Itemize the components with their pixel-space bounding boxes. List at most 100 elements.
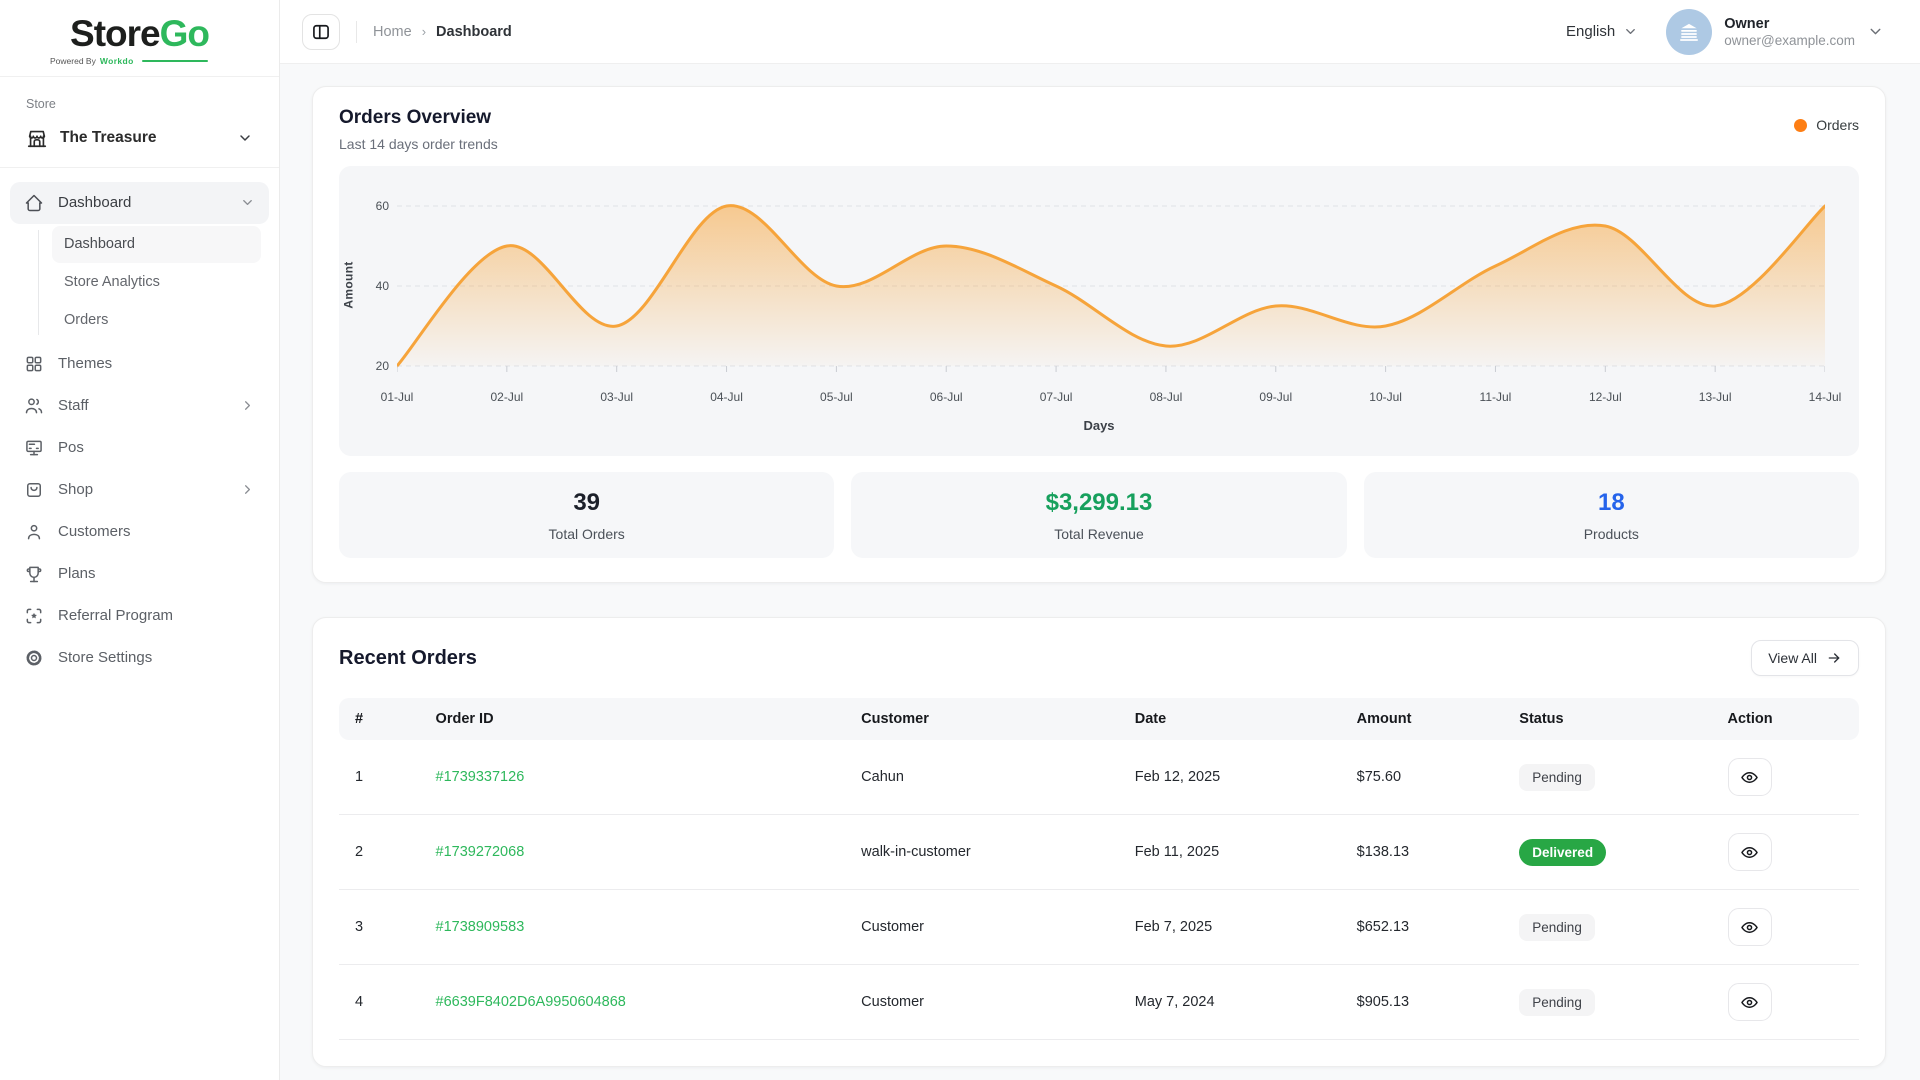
sidebar-section-label: Store: [0, 77, 279, 121]
status-badge: Delivered: [1519, 839, 1606, 866]
arrow-right-icon: [1826, 650, 1842, 666]
eye-icon: [1740, 993, 1759, 1012]
cell-amount: $75.60: [1341, 740, 1504, 815]
orders-overview-header: Orders Overview Last 14 days order trend…: [339, 107, 1859, 152]
subitem-label: Dashboard: [64, 236, 135, 252]
x-tick-label: 04-Jul: [710, 390, 743, 404]
subitem-label: Orders: [64, 312, 108, 328]
sidebar-item-label: Pos: [58, 439, 255, 456]
cell-index: 1: [339, 740, 420, 815]
view-order-button[interactable]: [1728, 758, 1772, 796]
sidebar-item-referral-program[interactable]: Referral Program: [10, 595, 269, 637]
legend-dot-icon: [1794, 119, 1807, 132]
page-title: Orders Overview: [339, 107, 498, 129]
sidebar-item-label: Referral Program: [58, 607, 255, 624]
chevron-down-icon: [237, 130, 253, 146]
cell-customer: Customer: [845, 965, 1119, 1040]
x-tick-label: 02-Jul: [491, 390, 524, 404]
cell-customer: Cahun: [845, 740, 1119, 815]
status-badge: Pending: [1519, 989, 1595, 1016]
y-tick-label: 60: [355, 199, 389, 213]
brand-logo[interactable]: StoreGo Powered By Workdo: [0, 0, 279, 77]
chart-legend[interactable]: Orders: [1794, 117, 1859, 133]
sidebar-item-label: Staff: [58, 397, 226, 414]
x-tick-label: 10-Jul: [1369, 390, 1402, 404]
store-selector[interactable]: The Treasure: [0, 121, 279, 168]
cell-index: 2: [339, 815, 420, 890]
sidebar: StoreGo Powered By Workdo Store The Trea…: [0, 0, 280, 1080]
sidebar-item-themes[interactable]: Themes: [10, 343, 269, 385]
sidebar-item-store-settings[interactable]: Store Settings: [10, 637, 269, 679]
gear-icon: [24, 648, 44, 668]
column-header-amount: Amount: [1341, 698, 1504, 740]
sidebar-subitem-dashboard[interactable]: Dashboard: [52, 226, 261, 263]
stat-products: 18 Products: [1364, 472, 1859, 558]
view-order-button[interactable]: [1728, 983, 1772, 1021]
chevron-down-icon: [240, 195, 255, 210]
dashboard-submenu: Dashboard Store Analytics Orders: [38, 226, 269, 339]
avatar: [1666, 9, 1712, 55]
chevron-right-icon: [240, 482, 255, 497]
breadcrumb: Home › Dashboard: [373, 24, 512, 40]
x-tick-label: 09-Jul: [1259, 390, 1292, 404]
sidebar-item-label: Customers: [58, 523, 255, 540]
sidebar-item-shop[interactable]: Shop: [10, 469, 269, 511]
sidebar-item-customers[interactable]: Customers: [10, 511, 269, 553]
order-id-link[interactable]: #1739337126: [436, 769, 525, 785]
eye-icon: [1740, 843, 1759, 862]
chart-x-axis-title: Days: [1083, 418, 1114, 433]
column-header-date: Date: [1119, 698, 1341, 740]
sidebar-item-staff[interactable]: Staff: [10, 385, 269, 427]
cell-index: 4: [339, 965, 420, 1040]
recent-orders-header: Recent Orders View All: [339, 640, 1859, 676]
order-id-link[interactable]: #6639F8402D6A9950604868: [436, 994, 626, 1010]
user-meta: Owner owner@example.com: [1724, 16, 1855, 48]
cell-amount: $138.13: [1341, 815, 1504, 890]
x-tick-label: 07-Jul: [1040, 390, 1073, 404]
order-id-link[interactable]: #1739272068: [436, 844, 525, 860]
stat-value: 18: [1598, 489, 1625, 517]
column-header-customer: Customer: [845, 698, 1119, 740]
sidebar-menu: Dashboard Dashboard Store Analytics Orde…: [0, 168, 279, 693]
x-tick-label: 08-Jul: [1150, 390, 1183, 404]
order-id-link[interactable]: #1738909583: [436, 919, 525, 935]
breadcrumb-home-link[interactable]: Home: [373, 24, 412, 40]
column-header-action: Action: [1712, 698, 1859, 740]
sidebar-item-dashboard[interactable]: Dashboard: [10, 182, 269, 224]
sidebar-item-label: Store Settings: [58, 649, 255, 666]
y-tick-label: 20: [355, 359, 389, 373]
view-order-button[interactable]: [1728, 908, 1772, 946]
cell-amount: $905.13: [1341, 965, 1504, 1040]
column-header-order-id: Order ID: [420, 698, 846, 740]
column-header-status: Status: [1503, 698, 1711, 740]
pos-icon: [24, 438, 44, 458]
stats-row: 39 Total Orders $3,299.13 Total Revenue …: [339, 472, 1859, 558]
table-row: 3 #1738909583 Customer Feb 7, 2025 $652.…: [339, 890, 1859, 965]
grid-icon: [24, 354, 44, 374]
language-dropdown[interactable]: English: [1566, 23, 1638, 40]
overview-subtitle: Last 14 days order trends: [339, 136, 498, 152]
cell-amount: $652.13: [1341, 890, 1504, 965]
chevron-down-icon: [1623, 24, 1638, 39]
cell-date: Feb 11, 2025: [1119, 815, 1341, 890]
stat-label: Total Revenue: [1054, 526, 1144, 542]
orders-overview-card: Orders Overview Last 14 days order trend…: [312, 86, 1886, 583]
table-row: 4 #6639F8402D6A9950604868 Customer May 7…: [339, 965, 1859, 1040]
sidebar-subitem-orders[interactable]: Orders: [52, 302, 261, 339]
stat-label: Total Orders: [549, 526, 625, 542]
sidebar-collapse-button[interactable]: [302, 14, 340, 50]
panel-left-icon: [311, 22, 331, 42]
breadcrumb-current: Dashboard: [436, 24, 512, 40]
view-all-button[interactable]: View All: [1751, 640, 1859, 676]
sidebar-item-label: Plans: [58, 565, 255, 582]
view-order-button[interactable]: [1728, 833, 1772, 871]
sidebar-item-pos[interactable]: Pos: [10, 427, 269, 469]
powered-by-underline: [142, 60, 208, 62]
sidebar-subitem-store-analytics[interactable]: Store Analytics: [52, 264, 261, 301]
eye-icon: [1740, 768, 1759, 787]
home-icon: [24, 193, 44, 213]
x-tick-label: 03-Jul: [600, 390, 633, 404]
sidebar-item-plans[interactable]: Plans: [10, 553, 269, 595]
cell-date: Feb 7, 2025: [1119, 890, 1341, 965]
user-menu[interactable]: Owner owner@example.com: [1666, 9, 1884, 55]
